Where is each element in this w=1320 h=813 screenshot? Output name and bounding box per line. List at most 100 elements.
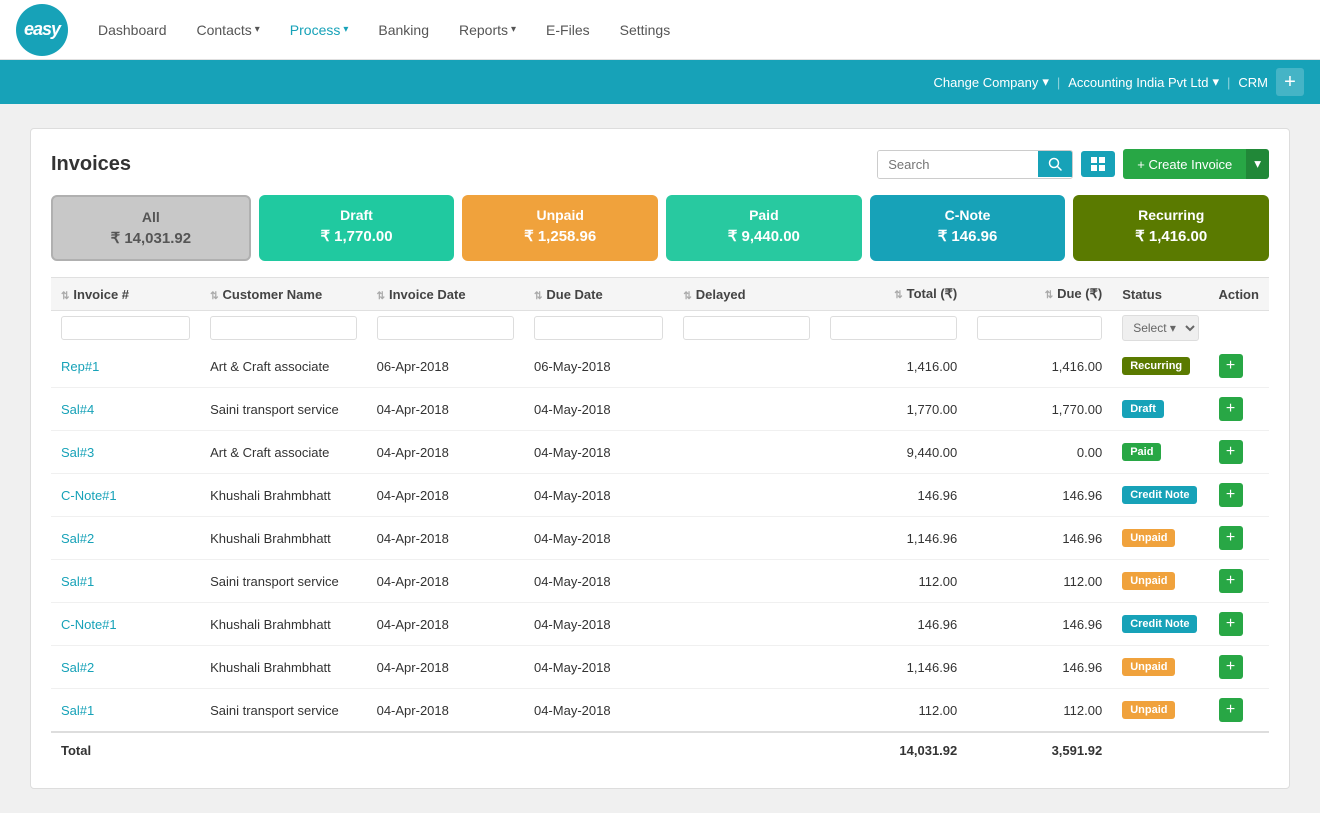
due-date: 06-May-2018 <box>524 345 673 388</box>
action-plus-button[interactable]: + <box>1219 612 1243 636</box>
filter-due-date[interactable] <box>534 316 663 340</box>
nav-reports[interactable]: Reports ▾ <box>447 14 528 46</box>
invoice-link[interactable]: Sal#3 <box>61 445 94 460</box>
col-due-date[interactable]: ⇅Due Date <box>524 278 673 311</box>
status-badge: Paid <box>1122 443 1161 461</box>
nav-banking[interactable]: Banking <box>366 14 441 46</box>
filter-customer[interactable] <box>210 316 357 340</box>
invoice-link[interactable]: Sal#1 <box>61 703 94 718</box>
action-plus-button[interactable]: + <box>1219 526 1243 550</box>
table-row: C-Note#1 Khushali Brahmbhatt 04-Apr-2018… <box>51 603 1269 646</box>
company-name[interactable]: Accounting India Pvt Ltd ▾ <box>1068 74 1219 90</box>
status-badge: Unpaid <box>1122 572 1175 590</box>
customer-name: Saini transport service <box>200 689 367 733</box>
create-invoice-group: + Create Invoice ▾ <box>1123 149 1269 179</box>
invoice-date: 04-Apr-2018 <box>367 689 524 733</box>
customer-name: Khushali Brahmbhatt <box>200 646 367 689</box>
contacts-caret: ▾ <box>255 24 260 35</box>
filter-invoice[interactable] <box>61 316 190 340</box>
due-date: 04-May-2018 <box>524 603 673 646</box>
summary-draft[interactable]: Draft ₹ 1,770.00 <box>259 195 455 261</box>
action-plus-button[interactable]: + <box>1219 354 1243 378</box>
col-customer[interactable]: ⇅Customer Name <box>200 278 367 311</box>
invoice-link[interactable]: C-Note#1 <box>61 617 117 632</box>
invoice-link[interactable]: Sal#1 <box>61 574 94 589</box>
col-status: Status <box>1112 278 1208 311</box>
due: 146.96 <box>967 474 1112 517</box>
invoice-link[interactable]: Sal#2 <box>61 531 94 546</box>
summary-unpaid-label: Unpaid <box>478 207 642 223</box>
summary-unpaid[interactable]: Unpaid ₹ 1,258.96 <box>462 195 658 261</box>
nav-process[interactable]: Process ▾ <box>278 14 361 46</box>
col-invoice[interactable]: ⇅Invoice # <box>51 278 200 311</box>
table-row: Sal#2 Khushali Brahmbhatt 04-Apr-2018 04… <box>51 646 1269 689</box>
filter-due[interactable] <box>977 316 1102 340</box>
add-button[interactable]: + <box>1276 68 1304 96</box>
invoice-date: 04-Apr-2018 <box>367 431 524 474</box>
due: 146.96 <box>967 646 1112 689</box>
action-plus-button[interactable]: + <box>1219 569 1243 593</box>
create-invoice-button[interactable]: + Create Invoice <box>1123 149 1246 179</box>
action-plus-button[interactable]: + <box>1219 483 1243 507</box>
invoice-date: 04-Apr-2018 <box>367 388 524 431</box>
logo[interactable]: easy <box>16 4 68 56</box>
table-header-row: ⇅Invoice # ⇅Customer Name ⇅Invoice Date … <box>51 278 1269 311</box>
due: 112.00 <box>967 560 1112 603</box>
summary-cnote[interactable]: C-Note ₹ 146.96 <box>870 195 1066 261</box>
summary-paid[interactable]: Paid ₹ 9,440.00 <box>666 195 862 261</box>
nav-efiles[interactable]: E-Files <box>534 14 602 46</box>
invoice-date: 04-Apr-2018 <box>367 560 524 603</box>
customer-name: Saini transport service <box>200 388 367 431</box>
summary-draft-label: Draft <box>275 207 439 223</box>
col-due[interactable]: ⇅Due (₹) <box>967 278 1112 311</box>
total: 146.96 <box>820 474 967 517</box>
summary-unpaid-amount: ₹ 1,258.96 <box>478 227 642 245</box>
blue-bar: Change Company ▾ | Accounting India Pvt … <box>0 60 1320 104</box>
invoice-link[interactable]: Rep#1 <box>61 359 99 374</box>
col-total[interactable]: ⇅Total (₹) <box>820 278 967 311</box>
status-badge: Unpaid <box>1122 529 1175 547</box>
table-row: Sal#1 Saini transport service 04-Apr-201… <box>51 689 1269 733</box>
col-invoice-date[interactable]: ⇅Invoice Date <box>367 278 524 311</box>
due-date: 04-May-2018 <box>524 646 673 689</box>
invoice-link[interactable]: Sal#4 <box>61 402 94 417</box>
invoice-date: 04-Apr-2018 <box>367 603 524 646</box>
col-action: Action <box>1209 278 1270 311</box>
delayed <box>673 603 820 646</box>
total: 1,146.96 <box>820 646 967 689</box>
col-delayed[interactable]: ⇅Delayed <box>673 278 820 311</box>
delayed <box>673 345 820 388</box>
page-title: Invoices <box>51 153 877 176</box>
crm-link[interactable]: CRM <box>1238 75 1268 90</box>
summary-all[interactable]: All ₹ 14,031.92 <box>51 195 251 261</box>
due: 146.96 <box>967 517 1112 560</box>
filter-invoice-date[interactable] <box>377 316 514 340</box>
main-content: Invoices + Create Invoice ▾ <box>0 104 1320 813</box>
invoice-link[interactable]: C-Note#1 <box>61 488 117 503</box>
invoice-date: 04-Apr-2018 <box>367 517 524 560</box>
table-body: Rep#1 Art & Craft associate 06-Apr-2018 … <box>51 345 1269 732</box>
table-row: Rep#1 Art & Craft associate 06-Apr-2018 … <box>51 345 1269 388</box>
nav-settings[interactable]: Settings <box>608 14 683 46</box>
filter-status[interactable]: Select ▾ <box>1122 315 1198 341</box>
summary-cnote-label: C-Note <box>886 207 1050 223</box>
action-plus-button[interactable]: + <box>1219 440 1243 464</box>
create-invoice-dropdown[interactable]: ▾ <box>1246 149 1269 179</box>
grid-view-button[interactable] <box>1081 151 1115 177</box>
action-plus-button[interactable]: + <box>1219 698 1243 722</box>
nav-contacts[interactable]: Contacts ▾ <box>185 14 272 46</box>
status-badge: Credit Note <box>1122 486 1197 504</box>
filter-total[interactable] <box>830 316 957 340</box>
filter-delayed[interactable] <box>683 316 810 340</box>
action-plus-button[interactable]: + <box>1219 397 1243 421</box>
nav-dashboard[interactable]: Dashboard <box>86 14 179 46</box>
search-input[interactable] <box>878 151 1038 178</box>
action-plus-button[interactable]: + <box>1219 655 1243 679</box>
invoice-link[interactable]: Sal#2 <box>61 660 94 675</box>
delayed <box>673 517 820 560</box>
search-icon <box>1048 157 1062 171</box>
invoice-date: 04-Apr-2018 <box>367 646 524 689</box>
summary-recurring[interactable]: Recurring ₹ 1,416.00 <box>1073 195 1269 261</box>
change-company[interactable]: Change Company ▾ <box>934 74 1049 90</box>
search-button[interactable] <box>1038 151 1072 177</box>
